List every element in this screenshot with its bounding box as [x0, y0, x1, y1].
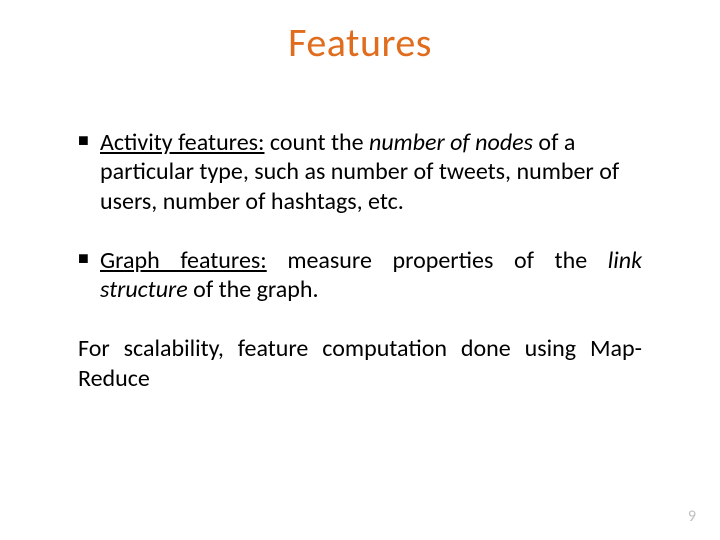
- bullet-graph-features: ■ Graph features: measure properties of …: [78, 246, 642, 305]
- bullet-text: For scalability, feature computation don…: [78, 334, 642, 392]
- bullet-text: measure properties of the: [267, 246, 608, 275]
- bullet-italic: number of nodes: [369, 128, 533, 157]
- bullet-activity-features: ■ Activity features: count the number of…: [78, 128, 642, 216]
- bullet-label: Graph features:: [100, 246, 267, 275]
- slide-title: Features: [0, 18, 720, 67]
- bullet-text: of the graph.: [188, 275, 319, 304]
- bullet-scalability: For scalability, feature computation don…: [78, 334, 642, 393]
- bullet-label: Activity features:: [100, 128, 264, 157]
- square-bullet-icon: ■: [78, 249, 89, 267]
- bullet-text: count the: [264, 128, 369, 157]
- page-number: 9: [688, 507, 696, 526]
- slide-body: ■ Activity features: count the number of…: [78, 128, 642, 423]
- slide: Features ■ Activity features: count the …: [0, 0, 720, 540]
- square-bullet-icon: ■: [78, 131, 89, 149]
